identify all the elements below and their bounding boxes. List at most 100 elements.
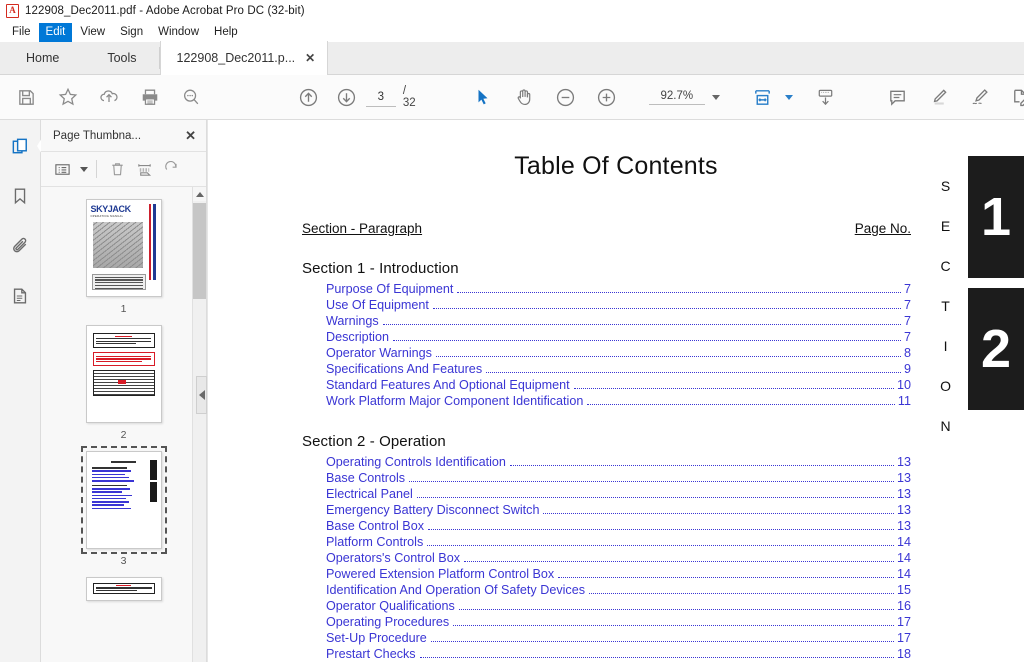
toc-entry-label: Standard Features And Optional Equipment [326,378,570,392]
toc-entry[interactable]: Operators's Control Box 14 [326,550,911,566]
toc-entry-page: 13 [896,503,911,517]
toc-leader [416,497,894,498]
toc-entry-page: 10 [896,378,911,392]
tab-strip: Home Tools 122908_Dec2011.p... ✕ [0,41,1024,75]
extract-pages-icon[interactable] [132,156,157,182]
thumbnail-number: 2 [120,429,127,441]
section-letter: C [940,258,952,274]
toc-leader [587,404,895,405]
highlight-icon[interactable] [918,75,959,120]
thumbnail-number: 3 [120,555,127,567]
sidebar-item-page-thumbnails[interactable] [3,129,45,163]
options-list-icon[interactable] [50,156,75,182]
menu-window[interactable]: Window [151,23,206,42]
toolbar-file-group [6,75,211,120]
toc-leader [428,529,894,530]
toc-entry[interactable]: Description 7 [326,329,911,345]
close-icon[interactable]: ✕ [185,128,196,144]
toc-entry[interactable]: Warnings 7 [326,313,911,329]
edit-pdf-icon[interactable] [1000,75,1024,120]
thumbnail-item-selected[interactable]: 3 [80,446,167,567]
toc-entry[interactable]: Base Control Box 13 [326,518,911,534]
menu-sign[interactable]: Sign [113,23,150,42]
toc-entry[interactable]: Emergency Battery Disconnect Switch 13 [326,502,911,518]
toc-entry[interactable]: Standard Features And Optional Equipment… [326,377,911,393]
menu-help[interactable]: Help [207,23,245,42]
menu-edit[interactable]: Edit [38,22,73,42]
zoom-out-icon[interactable] [545,75,586,120]
toc-entry[interactable]: Base Controls 13 [326,470,911,486]
toc-entry-label: Warnings [326,314,379,328]
sidebar-item-bookmarks[interactable] [3,179,37,213]
upload-cloud-icon[interactable] [88,75,129,120]
tab-document[interactable]: 122908_Dec2011.p... ✕ [159,41,329,75]
thumbnail-list[interactable]: SKYJACK OPERATING MANUAL 1 2 3 [41,187,206,662]
thumbnail-page-3[interactable] [80,446,167,554]
fit-page-icon[interactable] [742,75,783,120]
menu-file[interactable]: File [5,23,38,42]
toc-entry[interactable]: Identification And Operation Of Safety D… [326,582,911,598]
thumbnail-page-2[interactable] [85,325,162,423]
acrobat-logo-icon: A [6,4,19,18]
options-chevron-icon[interactable] [80,166,88,172]
zoom-level-value[interactable]: 92.7% [648,90,705,105]
toc-entry[interactable]: Electrical Panel 13 [326,486,911,502]
toc-leader [543,513,894,514]
print-icon[interactable] [129,75,170,120]
thumbnail-item[interactable]: 2 [85,325,162,441]
scroll-down-icon[interactable] [805,75,846,120]
zoom-in-icon[interactable] [586,75,627,120]
delete-pages-icon[interactable] [105,156,130,182]
toc-entry-label: Set-Up Procedure [326,631,427,645]
toc-entry-page: 7 [903,330,911,344]
toc-entry[interactable]: Prestart Checks 18 [326,646,911,662]
scrollbar-thumb[interactable] [193,203,206,299]
star-icon[interactable] [47,75,88,120]
toc-section-1: Section 1 - Introduction Purpose Of Equi… [302,260,911,409]
toc-entry[interactable]: Work Platform Major Component Identifica… [326,393,911,409]
scroll-up-icon[interactable] [193,187,206,201]
hand-tool-icon[interactable] [504,75,545,120]
page-thumbnails-panel: Page Thumbna... ✕ SKYJACK OPERATING MANU… [41,120,207,662]
thumbnail-item[interactable]: SKYJACK OPERATING MANUAL 1 [85,199,162,315]
section-number-tabs: 1 2 [968,156,1024,410]
toc-entry[interactable]: Use Of Equipment 7 [326,297,911,313]
search-icon[interactable] [170,75,211,120]
zoom-level-control[interactable]: 92.7% [648,90,720,105]
thumbnail-page-1[interactable]: SKYJACK OPERATING MANUAL [85,199,162,297]
thumbnail-scrollbar[interactable] [192,187,206,662]
chevron-down-icon[interactable] [711,94,720,100]
tab-tools[interactable]: Tools [85,41,158,74]
toc-header-right: Page No. [854,221,911,236]
toc-entry[interactable]: Set-Up Procedure 17 [326,630,911,646]
toc-entry[interactable]: Operating Procedures 17 [326,614,911,630]
thumbnail-page-4[interactable] [85,577,162,601]
toc-entry[interactable]: Purpose Of Equipment 7 [326,281,911,297]
save-icon[interactable] [6,75,47,120]
toc-entry[interactable]: Platform Controls 14 [326,534,911,550]
toc-entry-page: 13 [896,519,911,533]
toc-entry[interactable]: Operating Controls Identification 13 [326,454,911,470]
thumbnail-item[interactable] [85,577,162,601]
sign-icon[interactable] [959,75,1000,120]
fit-page-chevron-icon[interactable] [784,94,793,100]
collapse-panel-button[interactable] [196,376,207,414]
page-title: Table Of Contents [514,152,718,180]
sidebar-item-attachments[interactable] [3,229,37,263]
comment-icon[interactable] [877,75,918,120]
current-page-input[interactable] [365,87,396,107]
toc-entry[interactable]: Specifications And Features 9 [326,361,911,377]
toc-entry[interactable]: Operator Warnings 8 [326,345,911,361]
document-viewer[interactable]: Table Of Contents Section - Paragraph Pa… [207,120,1024,662]
sidebar-item-layers[interactable] [3,279,37,313]
previous-page-icon[interactable] [289,75,327,120]
toc-entry[interactable]: Powered Extension Platform Control Box 1… [326,566,911,582]
toc-section-2: Section 2 - Operation Operating Controls… [302,433,911,662]
toc-entry[interactable]: Operator Qualifications 16 [326,598,911,614]
next-page-icon[interactable] [327,75,365,120]
tab-home[interactable]: Home [0,41,85,74]
rotate-page-icon[interactable] [159,156,184,182]
menu-view[interactable]: View [73,23,112,42]
close-icon[interactable]: ✕ [305,51,315,65]
select-cursor-icon[interactable] [463,75,504,120]
